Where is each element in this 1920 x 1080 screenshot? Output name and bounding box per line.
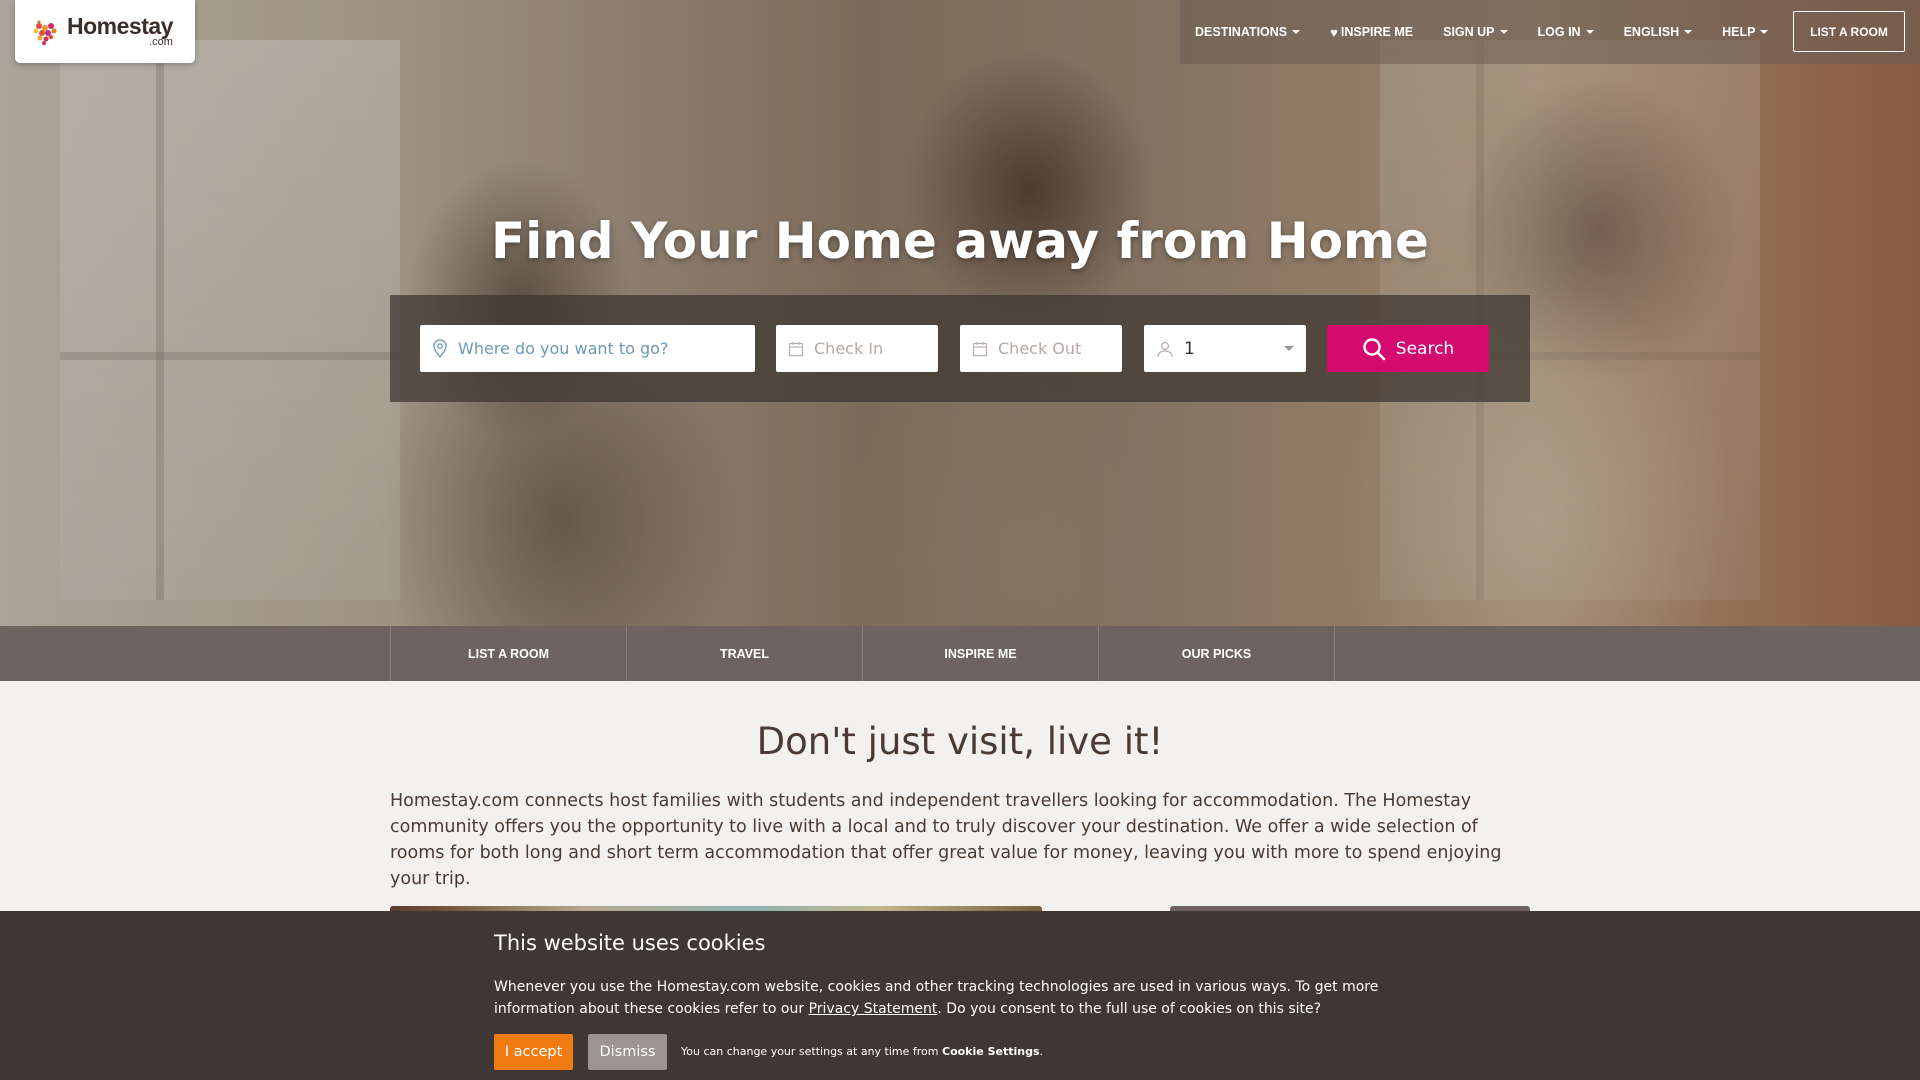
site-logo[interactable]: Homestay .com	[15, 0, 195, 63]
nav-sign-up[interactable]: SIGN UP	[1443, 25, 1508, 39]
hero-headline: Find Your Home away from Home	[491, 212, 1429, 270]
cookie-message: Whenever you use the Homestay.com websit…	[494, 976, 1414, 1020]
subnav-inspire-me[interactable]: INSPIRE ME	[863, 626, 1099, 681]
nav-label: ENGLISH	[1623, 25, 1680, 39]
destination-input[interactable]: Where do you want to go?	[420, 325, 755, 372]
subnav-our-picks[interactable]: OUR PICKS	[1099, 626, 1335, 681]
nav-help[interactable]: HELP	[1722, 25, 1769, 39]
search-button[interactable]: Search	[1327, 325, 1489, 372]
check-out-input[interactable]: Check Out	[960, 325, 1122, 372]
secondary-navigation: LIST A ROOM TRAVEL INSPIRE ME OUR PICKS	[0, 626, 1920, 681]
cookie-text-after: . Do you consent to the full use of cook…	[937, 1001, 1322, 1017]
privacy-statement-link[interactable]: Privacy Statement	[809, 1001, 938, 1017]
destination-placeholder: Where do you want to go?	[458, 339, 669, 358]
caret-down-icon	[1684, 30, 1693, 34]
cookie-note-suffix: .	[1039, 1045, 1044, 1058]
cookie-title: This website uses cookies	[494, 931, 766, 955]
cookie-banner: This website uses cookies Whenever you u…	[0, 911, 1920, 1080]
heart-icon: ♥	[1330, 24, 1338, 40]
list-a-room-button[interactable]: LIST A ROOM	[1793, 11, 1905, 52]
cookie-note-prefix: You can change your settings at any time…	[681, 1045, 942, 1058]
dismiss-cookies-button[interactable]: Dismiss	[588, 1034, 667, 1070]
logo-suffix: .com	[149, 36, 173, 48]
search-button-label: Search	[1395, 338, 1455, 359]
nav-label: INSPIRE ME	[1340, 25, 1414, 39]
nav-label: LOG IN	[1537, 25, 1581, 39]
caret-down-icon	[1760, 30, 1769, 34]
person-icon	[1156, 340, 1174, 358]
cookie-settings-link[interactable]: Cookie Settings	[942, 1045, 1040, 1058]
caret-down-icon	[1585, 30, 1594, 34]
caret-down-icon	[1292, 30, 1301, 34]
check-out-placeholder: Check Out	[998, 339, 1082, 358]
logo-name: Homestay	[67, 13, 173, 39]
section-description: Homestay.com connects host families with…	[390, 791, 1502, 889]
check-in-input[interactable]: Check In	[776, 325, 938, 372]
nav-log-in[interactable]: LOG IN	[1538, 25, 1594, 39]
accept-cookies-button[interactable]: I accept	[494, 1034, 573, 1070]
guests-value: 1	[1184, 338, 1195, 359]
heart-logo-icon	[33, 19, 57, 45]
calendar-icon	[972, 341, 988, 357]
check-in-placeholder: Check In	[814, 339, 884, 358]
nav-language[interactable]: ENGLISH	[1624, 25, 1693, 39]
nav-inspire-me[interactable]: ♥ INSPIRE ME	[1330, 25, 1413, 40]
subnav-list-a-room[interactable]: LIST A ROOM	[391, 626, 627, 681]
nav-label: HELP	[1722, 25, 1756, 39]
chevron-down-icon	[1284, 346, 1294, 351]
search-panel: Where do you want to go? Check In Check …	[390, 295, 1530, 402]
subnav-travel[interactable]: TRAVEL	[627, 626, 863, 681]
section-title: Don't just visit, live it!	[756, 720, 1164, 763]
guests-select[interactable]: 1	[1144, 325, 1306, 372]
caret-down-icon	[1499, 30, 1508, 34]
cookie-settings-note: You can change your settings at any time…	[681, 1045, 1043, 1058]
nav-label: SIGN UP	[1443, 25, 1495, 39]
nav-destinations[interactable]: DESTINATIONS	[1195, 25, 1301, 39]
calendar-icon	[788, 341, 804, 357]
map-pin-icon	[432, 338, 448, 359]
search-icon	[1363, 337, 1386, 360]
nav-label: DESTINATIONS	[1195, 25, 1288, 39]
